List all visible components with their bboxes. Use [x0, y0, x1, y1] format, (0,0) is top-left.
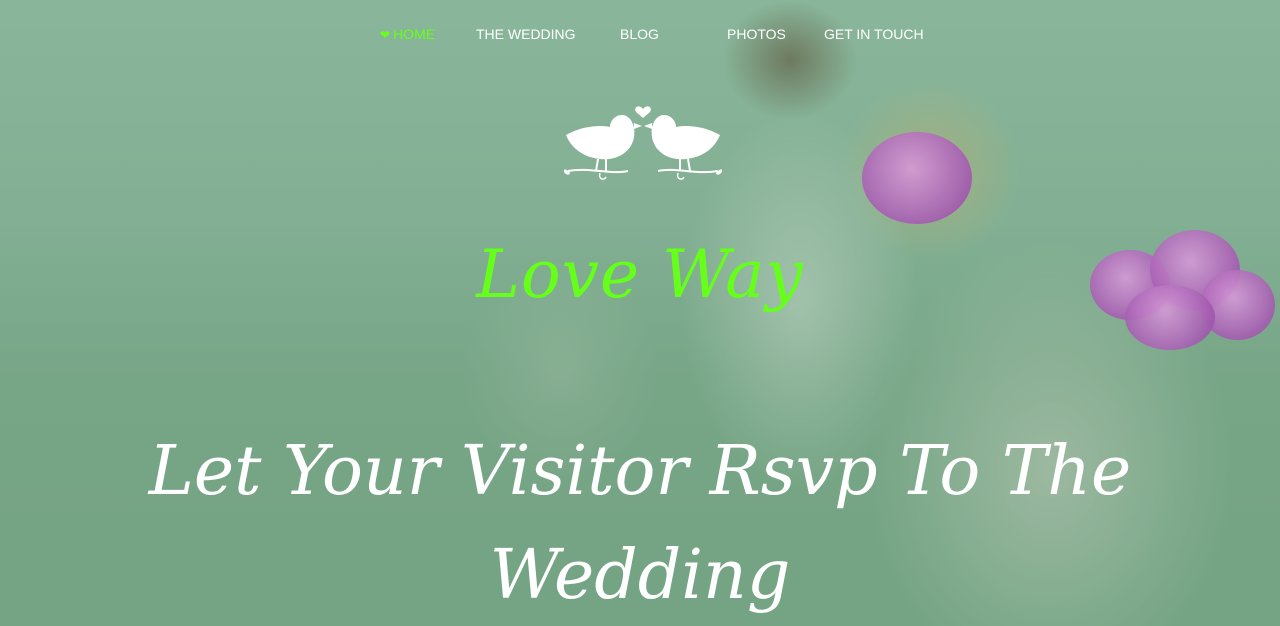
hero-section: ❤ HOME THE WEDDING BLOG PHOTOS GET IN TOU…: [0, 0, 1280, 626]
heart-icon: ❤: [380, 28, 391, 42]
nav-get-in-touch[interactable]: GET IN TOUCH: [824, 26, 924, 42]
main-nav: ❤ HOME THE WEDDING BLOG PHOTOS GET IN TOU…: [0, 26, 1280, 48]
hair-flower: [862, 132, 972, 224]
love-birds-icon: [563, 106, 723, 180]
hero-headline: Let Your Visitor Rsvp To The Wedding: [148, 432, 1132, 615]
nav-the-wedding-label: THE WEDDING: [476, 26, 576, 42]
nav-home-label: HOME: [393, 26, 436, 42]
nav-get-in-touch-label: GET IN TOUCH: [824, 26, 924, 42]
nav-home[interactable]: ❤ HOME: [380, 26, 435, 42]
brand-title: Love Way: [476, 236, 804, 313]
nav-the-wedding[interactable]: THE WEDDING: [476, 26, 576, 42]
nav-blog-label: BLOG: [620, 26, 659, 42]
nav-photos-label: PHOTOS: [727, 26, 786, 42]
nav-photos[interactable]: PHOTOS: [727, 26, 786, 42]
nav-blog[interactable]: BLOG: [620, 26, 659, 42]
